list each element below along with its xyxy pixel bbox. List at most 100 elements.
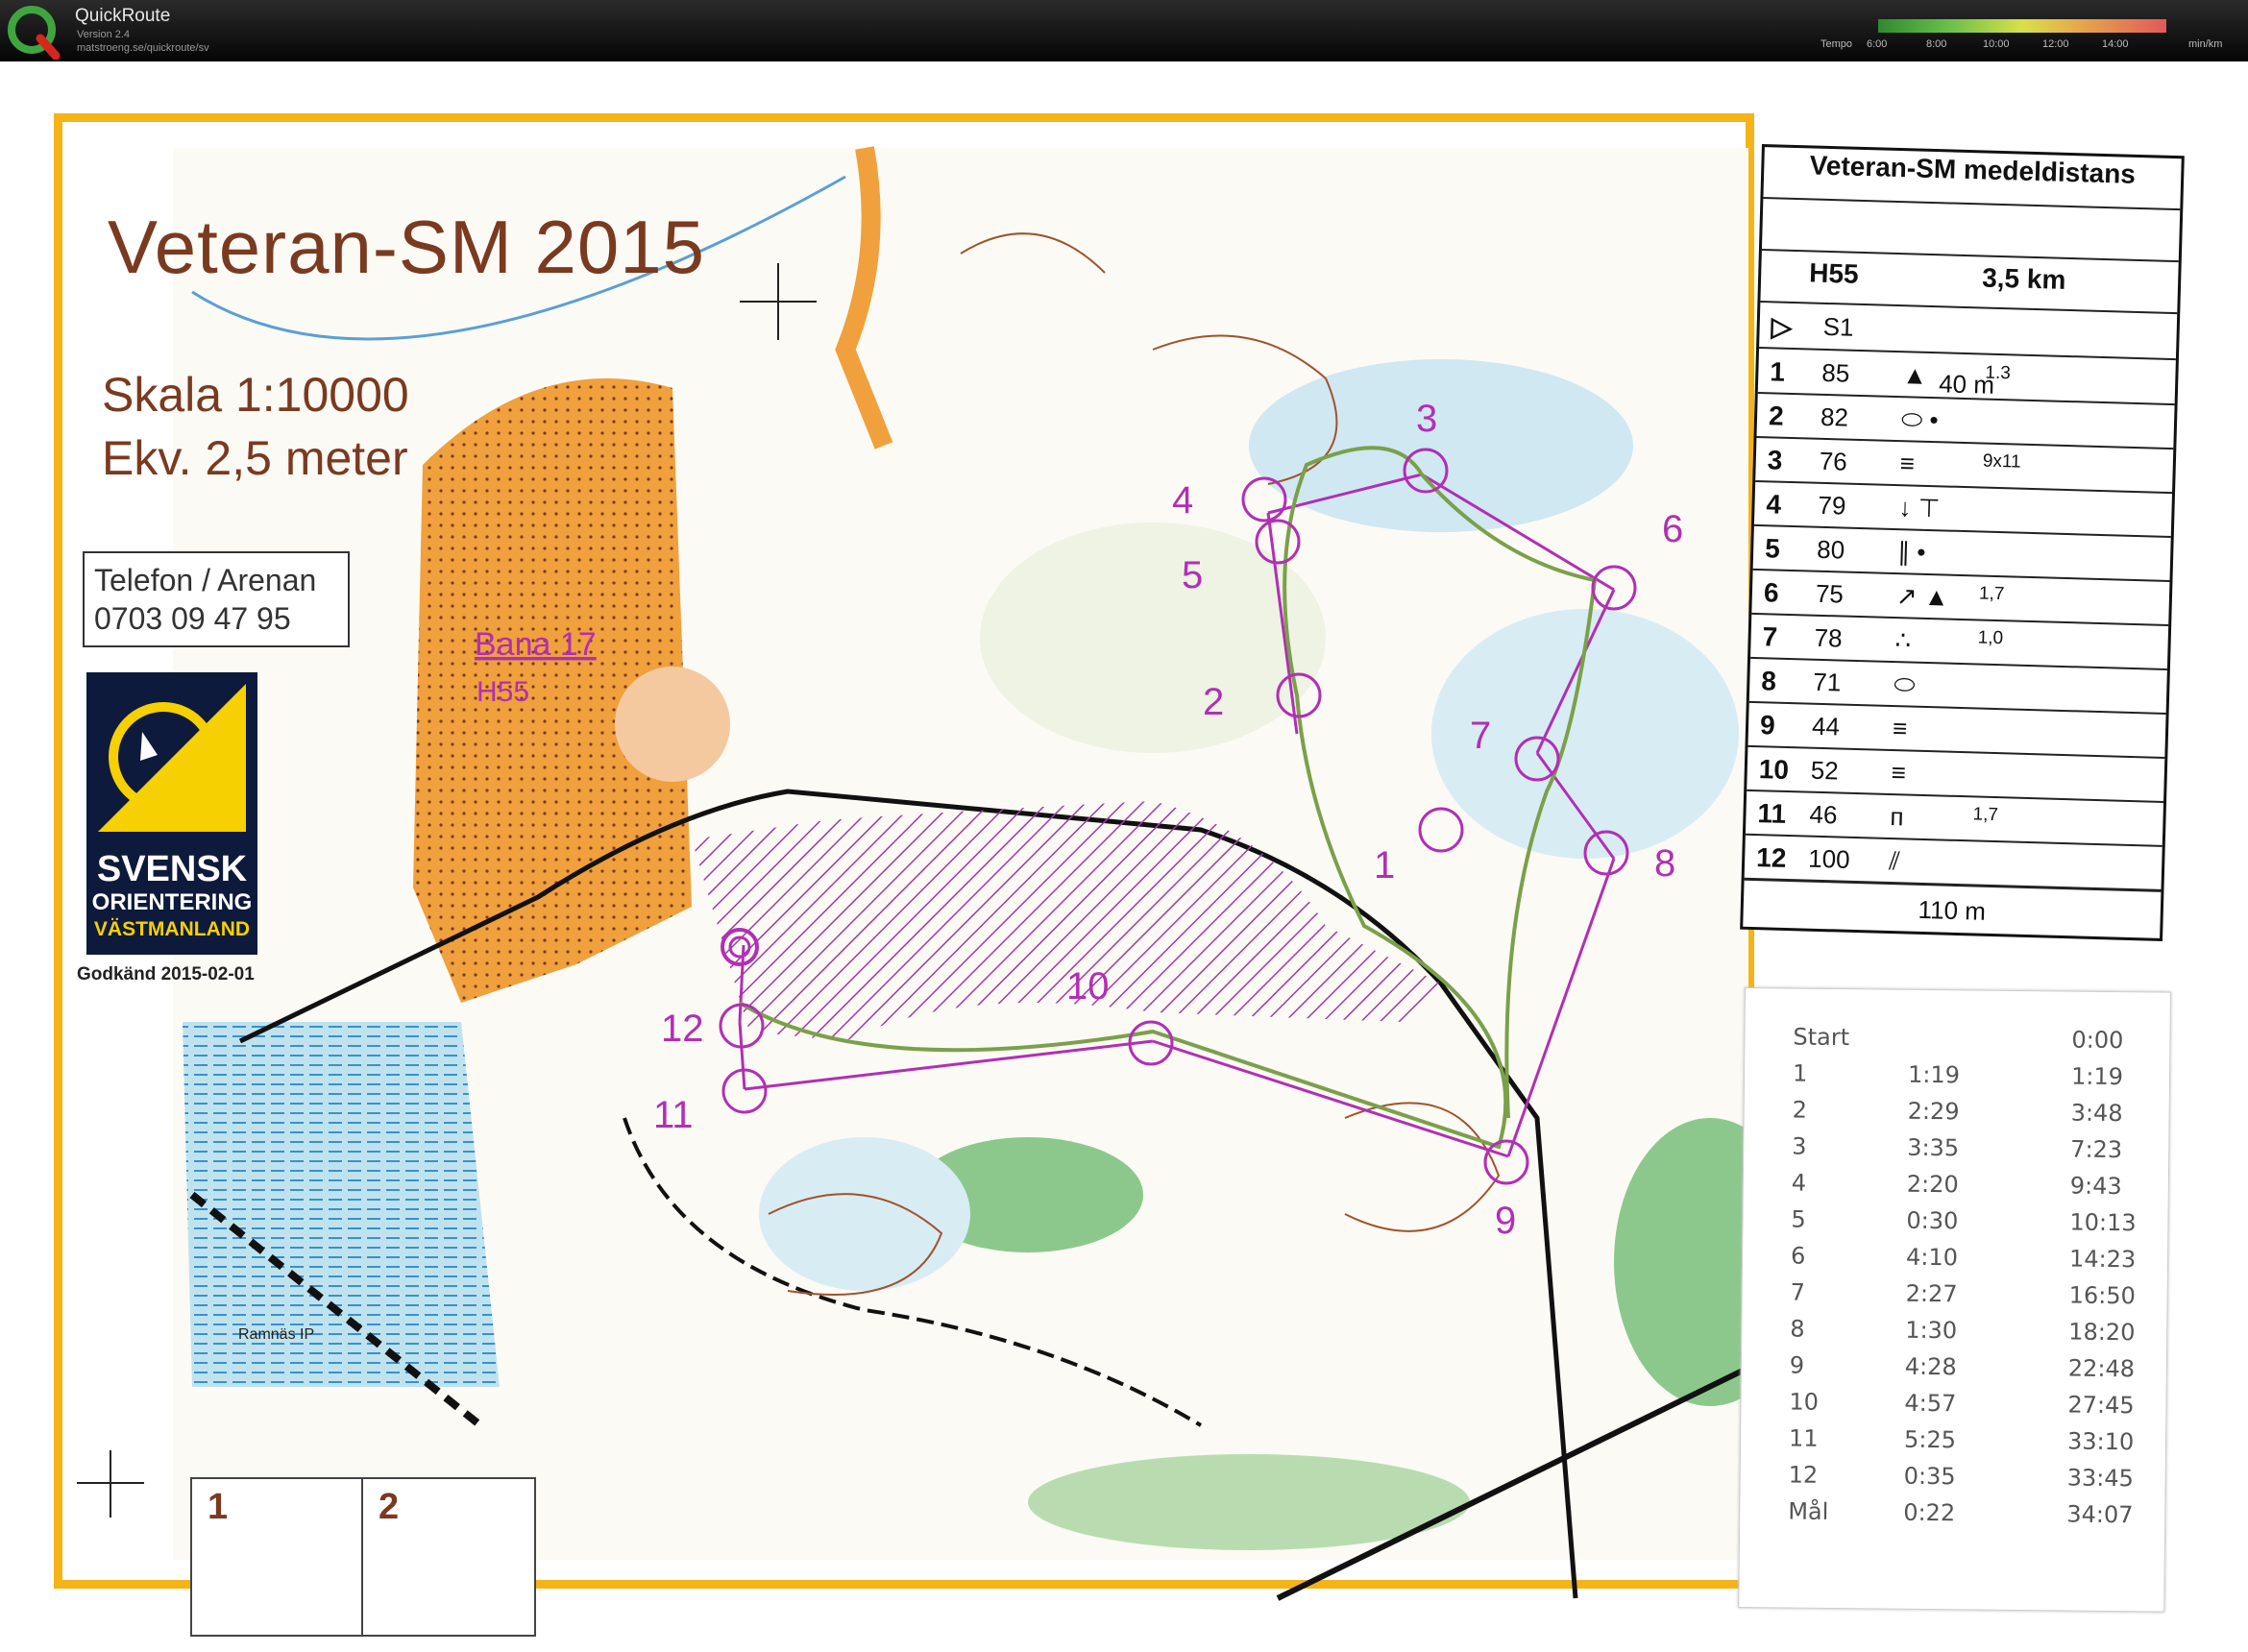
split-row: Mål 0:22 34:07 (1740, 1497, 2164, 1537)
split-label: Mål (1788, 1497, 1829, 1525)
control-code: 78 (1814, 622, 1844, 653)
total-time: 1:19 (2070, 1062, 2124, 1091)
split-label: 1 (1792, 1059, 1808, 1087)
control-number: 1 (1374, 844, 1395, 887)
app-version: Version 2.4 (77, 29, 131, 40)
total-time: 34:07 (2066, 1500, 2134, 1529)
tempo-tick: 14:00 (2102, 38, 2129, 50)
phone-box: Telefon / Arenan 0703 09 47 95 (83, 551, 350, 647)
control-number: 8 (1654, 842, 1675, 885)
split-label: 8 (1790, 1315, 1805, 1343)
control-number: 9 (1495, 1200, 1516, 1242)
tempo-color-scale (1878, 19, 2166, 33)
split-time: 3:35 (1907, 1133, 1960, 1162)
phone-label: Telefon / Arenan (94, 563, 317, 597)
control-symbol: ≡ (1892, 714, 1908, 743)
control-symbol: ⬭ • (1900, 404, 1940, 435)
logo-line-2: ORIENTERING (91, 889, 253, 915)
quickroute-header-bar: QuickRoute Version 2.4 matstroeng.se/qui… (0, 0, 2248, 61)
split-row: 7 2:27 16:50 (1742, 1278, 2166, 1318)
total-time: 16:50 (2068, 1281, 2136, 1310)
control-number: 3 (1416, 398, 1437, 440)
control-symbol: ᴨ (1890, 802, 1905, 832)
total-time: 9:43 (2069, 1172, 2122, 1201)
split-row: 8 1:30 18:20 (1742, 1315, 2166, 1354)
control-symbol: ↗ ▲ (1895, 581, 1950, 612)
tempo-label: Tempo (1820, 38, 1853, 50)
control-number: 6 (1763, 577, 1779, 608)
course-label: Bana 17 (475, 626, 597, 663)
control-symbol: ⫽ (1888, 845, 1901, 876)
split-label: 5 (1791, 1205, 1806, 1233)
split-times-sheet: Start 0:00 1 1:19 1:19 2 2:29 3:48 3 3:35 7:23 4 2:2… (1738, 987, 2171, 1613)
control-number: 3 (1767, 445, 1783, 475)
total-time: 14:23 (2068, 1245, 2137, 1274)
total-time: 27:45 (2067, 1391, 2135, 1420)
tempo-tick: 10:00 (1983, 38, 2010, 50)
control-dimension: 9x11 (1982, 450, 2021, 473)
split-row: 11 5:25 33:10 (1741, 1424, 2165, 1464)
logo-line-1: SVENSK (96, 849, 248, 889)
total-time: 33:45 (2066, 1464, 2134, 1493)
split-time: 0:22 (1903, 1498, 1956, 1527)
lap-cell: 2 (363, 1479, 532, 1635)
lap-number: 2 (379, 1487, 400, 1527)
total-time: 7:23 (2070, 1135, 2123, 1164)
control-number: 5 (1182, 554, 1203, 596)
total-time: 22:48 (2067, 1354, 2136, 1383)
split-time: 2:27 (1905, 1279, 1958, 1308)
control-symbol: ≡ (1891, 758, 1907, 788)
split-row: Start 0:00 (1745, 1023, 2169, 1062)
control-symbol: ∥ • (1896, 537, 1926, 567)
tempo-tick: 6:00 (1867, 38, 1888, 50)
split-time: 5:25 (1903, 1425, 1957, 1454)
split-label: 6 (1790, 1242, 1806, 1270)
map-scale: Skala 1:10000 (102, 368, 409, 422)
lap-cell: 1 (192, 1479, 363, 1635)
control-code: 75 (1815, 578, 1845, 609)
control-code: 71 (1812, 667, 1842, 697)
control-code: 52 (1810, 755, 1840, 786)
control-code: 79 (1818, 490, 1846, 521)
control-number: 12 (661, 1008, 704, 1050)
split-time: 1:30 (1905, 1316, 1958, 1345)
control-dimension: 1,7 (1978, 583, 2005, 605)
split-label: 3 (1792, 1132, 1807, 1160)
control-symbol: ▲ (1901, 360, 1928, 390)
quickroute-logo-icon (8, 6, 61, 60)
control-dimension: 1,7 (1972, 804, 1999, 826)
split-row: 3 3:35 7:23 (1744, 1132, 2168, 1172)
control-code: 76 (1819, 446, 1848, 476)
split-row: 6 4:10 14:23 (1743, 1242, 2167, 1281)
logo-line-3: VÄSTMANLAND (93, 918, 251, 940)
control-number: 7 (1470, 715, 1491, 757)
finish-distance: 110 m (1918, 894, 1987, 926)
split-label: 11 (1788, 1424, 1819, 1452)
control-number: 4 (1766, 489, 1782, 520)
total-time: 0:00 (2071, 1026, 2124, 1055)
control-number: 10 (1066, 965, 1110, 1008)
control-number: 1 (1769, 356, 1786, 387)
control-code: 46 (1809, 799, 1838, 830)
split-time: 0:30 (1906, 1206, 1959, 1235)
app-title: QuickRoute (75, 6, 171, 26)
compass-logo-icon (98, 684, 246, 832)
control-symbol: ⬭ (1893, 669, 1916, 699)
control-number: 6 (1662, 508, 1683, 550)
start-triangle-icon: ▷ (1771, 311, 1793, 342)
approval-date: Godkänd 2015-02-01 (77, 964, 255, 984)
map-title: Veteran-SM 2015 (108, 205, 706, 289)
split-label: 2 (1792, 1096, 1808, 1124)
total-time: 18:20 (2068, 1318, 2136, 1347)
split-row: 9 4:28 22:48 (1742, 1351, 2166, 1391)
split-label: 9 (1789, 1351, 1805, 1379)
app-url[interactable]: matstroeng.se/quickroute/sv (77, 42, 209, 54)
control-number: 2 (1768, 401, 1785, 431)
control-symbol: ↓ ⊤ (1898, 493, 1941, 523)
split-row: 2 2:29 3:48 (1744, 1096, 2168, 1135)
split-row: 10 4:57 27:45 (1741, 1388, 2165, 1427)
control-code: 82 (1820, 401, 1849, 432)
phone-number: 0703 09 47 95 (94, 601, 291, 636)
split-label: 12 (1788, 1461, 1819, 1489)
split-time: 4:10 (1905, 1243, 1959, 1272)
